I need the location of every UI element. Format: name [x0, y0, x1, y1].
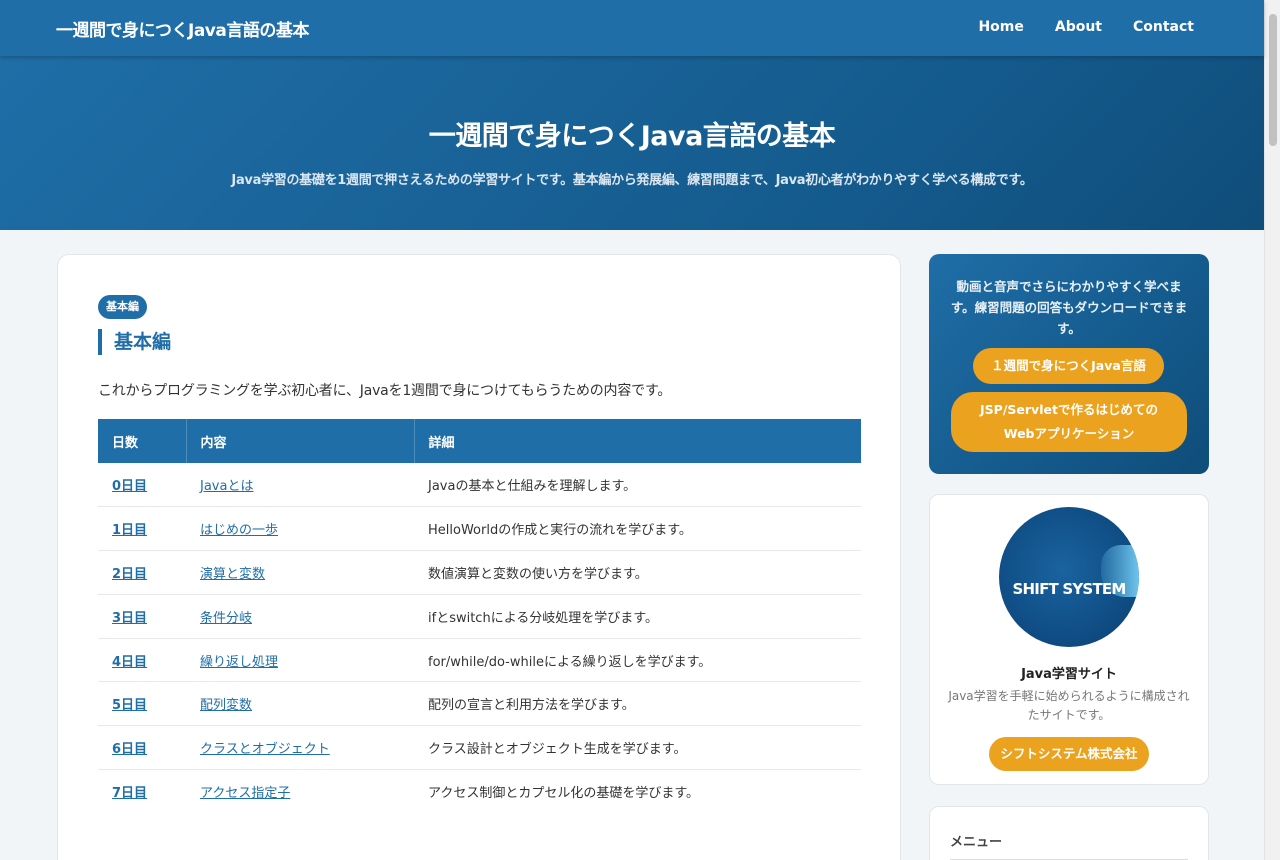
scrollbar-thumb[interactable] — [1269, 14, 1277, 146]
main-content-card: 基本編 基本編 これからプログラミングを学ぶ初心者に、Javaを1週間で身につけ… — [57, 254, 901, 860]
day-link[interactable]: 1日目 — [112, 523, 147, 538]
company-button[interactable]: シフトシステム株式会社 — [989, 737, 1149, 771]
day-link[interactable]: 2日目 — [112, 567, 147, 582]
topic-link[interactable]: 条件分岐 — [200, 611, 252, 626]
table-row: 7日目 アクセス指定子 アクセス制御とカプセル化の基礎を学びます。 — [98, 770, 861, 814]
section-heading: 基本編 — [98, 329, 171, 355]
detail-text: Javaの基本と仕組みを理解します。 — [414, 463, 861, 508]
table-row: 4日目 繰り返し処理 for/while/do-whileによる繰り返しを学びま… — [98, 638, 861, 683]
hero-subtitle: Java学習の基礎を1週間で押さえるための学習サイトです。基本編から発展編、練習… — [231, 173, 1033, 188]
nav-link-about[interactable]: About — [1055, 19, 1102, 35]
button-line-2: Webアプリケーション — [1003, 426, 1135, 441]
detail-text: クラス設計とオブジェクト生成を学びます。 — [414, 725, 861, 771]
nav-links: Home About Contact — [978, 19, 1194, 35]
logo-text: SHIFT SYSTEM — [1012, 580, 1127, 598]
detail-text: アクセス制御とカプセル化の基礎を学びます。 — [428, 786, 700, 802]
topic-link[interactable]: はじめの一歩 — [200, 523, 278, 538]
topic-link[interactable]: Javaとは — [200, 479, 253, 494]
menu-title: メニュー — [950, 835, 1003, 850]
nav-link-home[interactable]: Home — [978, 19, 1023, 35]
detail-text: for/while/do-whileによる繰り返しを学びます。 — [414, 638, 861, 683]
table-row: 0日目 Javaとは Javaの基本と仕組みを理解します。 — [98, 463, 861, 508]
section-description: これからプログラミングを学ぶ初心者に、Javaを1週間で身につけてもらうための内… — [98, 383, 672, 399]
button-line-1: JSP/Servletで作るはじめての — [980, 402, 1158, 417]
top-navbar: 一週間で身につくJava言語の基本 Home About Contact — [0, 0, 1264, 56]
day-link[interactable]: 4日目 — [112, 655, 147, 670]
menu-card: メニュー — [929, 806, 1209, 860]
table-row: 2日目 演算と変数 数値演算と変数の使い方を学びます。 — [98, 550, 861, 595]
detail-text: ifとswitchによる分岐処理を学びます。 — [414, 594, 861, 639]
promo-card: 動画と音声でさらにわかりやすく学べます。練習問題の回答もダウンロードできます。 … — [929, 254, 1209, 474]
topic-link[interactable]: 演算と変数 — [200, 567, 265, 582]
topic-link[interactable]: クラスとオブジェクト — [200, 742, 330, 757]
column-header-detail: 詳細 — [413, 419, 861, 463]
day-link[interactable]: 0日目 — [112, 479, 147, 494]
table-row: 3日目 条件分岐 ifとswitchによる分岐処理を学びます。 — [98, 594, 861, 639]
detail-text: 配列の宣言と利用方法を学びます。 — [414, 681, 861, 727]
section-badge: 基本編 — [98, 295, 147, 319]
curriculum-table: 日数 内容 詳細 0日目 Javaとは Javaの基本と仕組みを理解します。 1… — [98, 419, 861, 813]
topic-link[interactable]: アクセス指定子 — [200, 786, 290, 801]
jsp-servlet-course-button[interactable]: JSP/Servletで作るはじめての Webアプリケーション — [951, 392, 1187, 452]
table-row: 1日目 はじめの一歩 HelloWorldの作成と実行の流れを学びます。 — [98, 506, 861, 552]
site-brand[interactable]: 一週間で身につくJava言語の基本 — [56, 16, 309, 41]
hero-title: 一週間で身につくJava言語の基本 — [428, 121, 836, 152]
java-course-button[interactable]: １週間で身につくJava言語 — [973, 348, 1164, 384]
table-row: 6日目 クラスとオブジェクト クラス設計とオブジェクト生成を学びます。 — [98, 725, 861, 771]
table-row: 5日目 配列変数 配列の宣言と利用方法を学びます。 — [98, 681, 861, 727]
topic-link[interactable]: 配列変数 — [200, 698, 252, 713]
profile-card: SHIFT SYSTEM Java学習サイト Java学習を手軽に始められるよう… — [929, 494, 1209, 785]
column-header-topic: 内容 — [185, 419, 414, 463]
column-header-day: 日数 — [98, 419, 186, 463]
page-scrollbar[interactable] — [1264, 0, 1280, 860]
day-link[interactable]: 7日目 — [112, 786, 147, 801]
detail-text: 数値演算と変数の使い方を学びます。 — [414, 550, 861, 595]
promo-text: 動画と音声でさらにわかりやすく学べます。練習問題の回答もダウンロードできます。 — [950, 279, 1188, 336]
detail-text: HelloWorldの作成と実行の流れを学びます。 — [414, 506, 861, 552]
table-header-row: 日数 内容 詳細 — [98, 419, 861, 463]
shift-system-logo: SHIFT SYSTEM — [999, 507, 1139, 647]
day-link[interactable]: 3日目 — [112, 611, 147, 626]
profile-name: Java学習サイト — [1021, 667, 1117, 682]
profile-description: Java学習を手軽に始められるように構成されたサイトです。 — [948, 689, 1190, 722]
day-link[interactable]: 5日目 — [112, 698, 147, 713]
day-link[interactable]: 6日目 — [112, 742, 147, 757]
topic-link[interactable]: 繰り返し処理 — [200, 655, 278, 670]
hero-banner: 一週間で身につくJava言語の基本 Java学習の基礎を1週間で押さえるための学… — [0, 56, 1264, 230]
nav-link-contact[interactable]: Contact — [1133, 19, 1194, 35]
